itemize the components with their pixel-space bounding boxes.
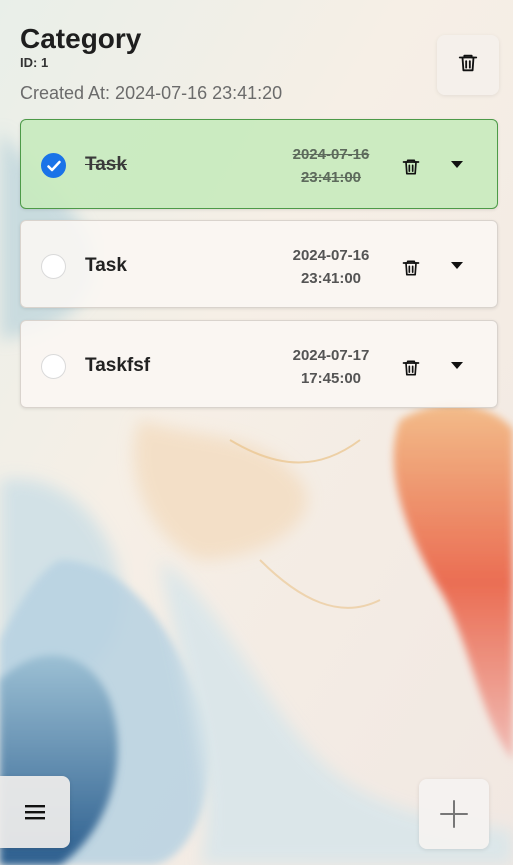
caret-down-icon (451, 160, 463, 168)
task-item[interactable]: Task 2024-07-16 23:41:00 (20, 119, 498, 209)
caret-down-icon (451, 261, 463, 269)
category-title: Category (20, 23, 142, 54)
category-created-at: Created At: 2024-07-16 23:41:20 (20, 83, 283, 103)
category-header: Category ID: 1 Created At: 2024-07-16 23… (20, 22, 282, 104)
task-datetime: 2024-07-16 23:41:00 (276, 244, 386, 290)
task-name: Taskfsf (85, 355, 151, 376)
task-name: Task (85, 255, 127, 276)
hamburger-icon (25, 805, 45, 820)
caret-down-icon (451, 361, 463, 369)
menu-button[interactable] (0, 776, 70, 848)
trash-icon (402, 159, 420, 175)
task-datetime: 2024-07-17 17:45:00 (276, 344, 386, 390)
category-id: ID: 1 (20, 55, 49, 70)
trash-icon (457, 52, 479, 79)
delete-task-button[interactable] (399, 356, 423, 380)
task-item[interactable]: Taskfsf 2024-07-17 17:45:00 (20, 320, 498, 408)
task-datetime: 2024-07-16 23:41:00 (276, 143, 386, 189)
trash-icon (402, 360, 420, 376)
task-checkbox[interactable] (41, 153, 66, 178)
trash-icon (402, 260, 420, 276)
task-checkbox[interactable] (41, 354, 66, 379)
task-date: 2024-07-16 (292, 247, 370, 264)
task-item[interactable]: Task 2024-07-16 23:41:00 (20, 220, 498, 308)
expand-task-button[interactable] (449, 259, 465, 271)
expand-task-button[interactable] (449, 359, 465, 371)
expand-task-button[interactable] (449, 158, 465, 170)
check-icon (47, 160, 61, 172)
task-date: 2024-07-16 (292, 146, 370, 163)
task-name: Task (85, 154, 127, 175)
delete-category-button[interactable] (437, 35, 499, 95)
add-task-button[interactable] (419, 779, 489, 849)
task-checkbox[interactable] (41, 254, 66, 279)
task-date: 2024-07-17 (292, 347, 370, 364)
task-time: 17:45:00 (300, 370, 362, 387)
delete-task-button[interactable] (399, 256, 423, 280)
delete-task-button[interactable] (399, 155, 423, 179)
task-time: 23:41:00 (300, 169, 362, 186)
task-time: 23:41:00 (300, 270, 362, 287)
plus-icon (440, 800, 468, 828)
